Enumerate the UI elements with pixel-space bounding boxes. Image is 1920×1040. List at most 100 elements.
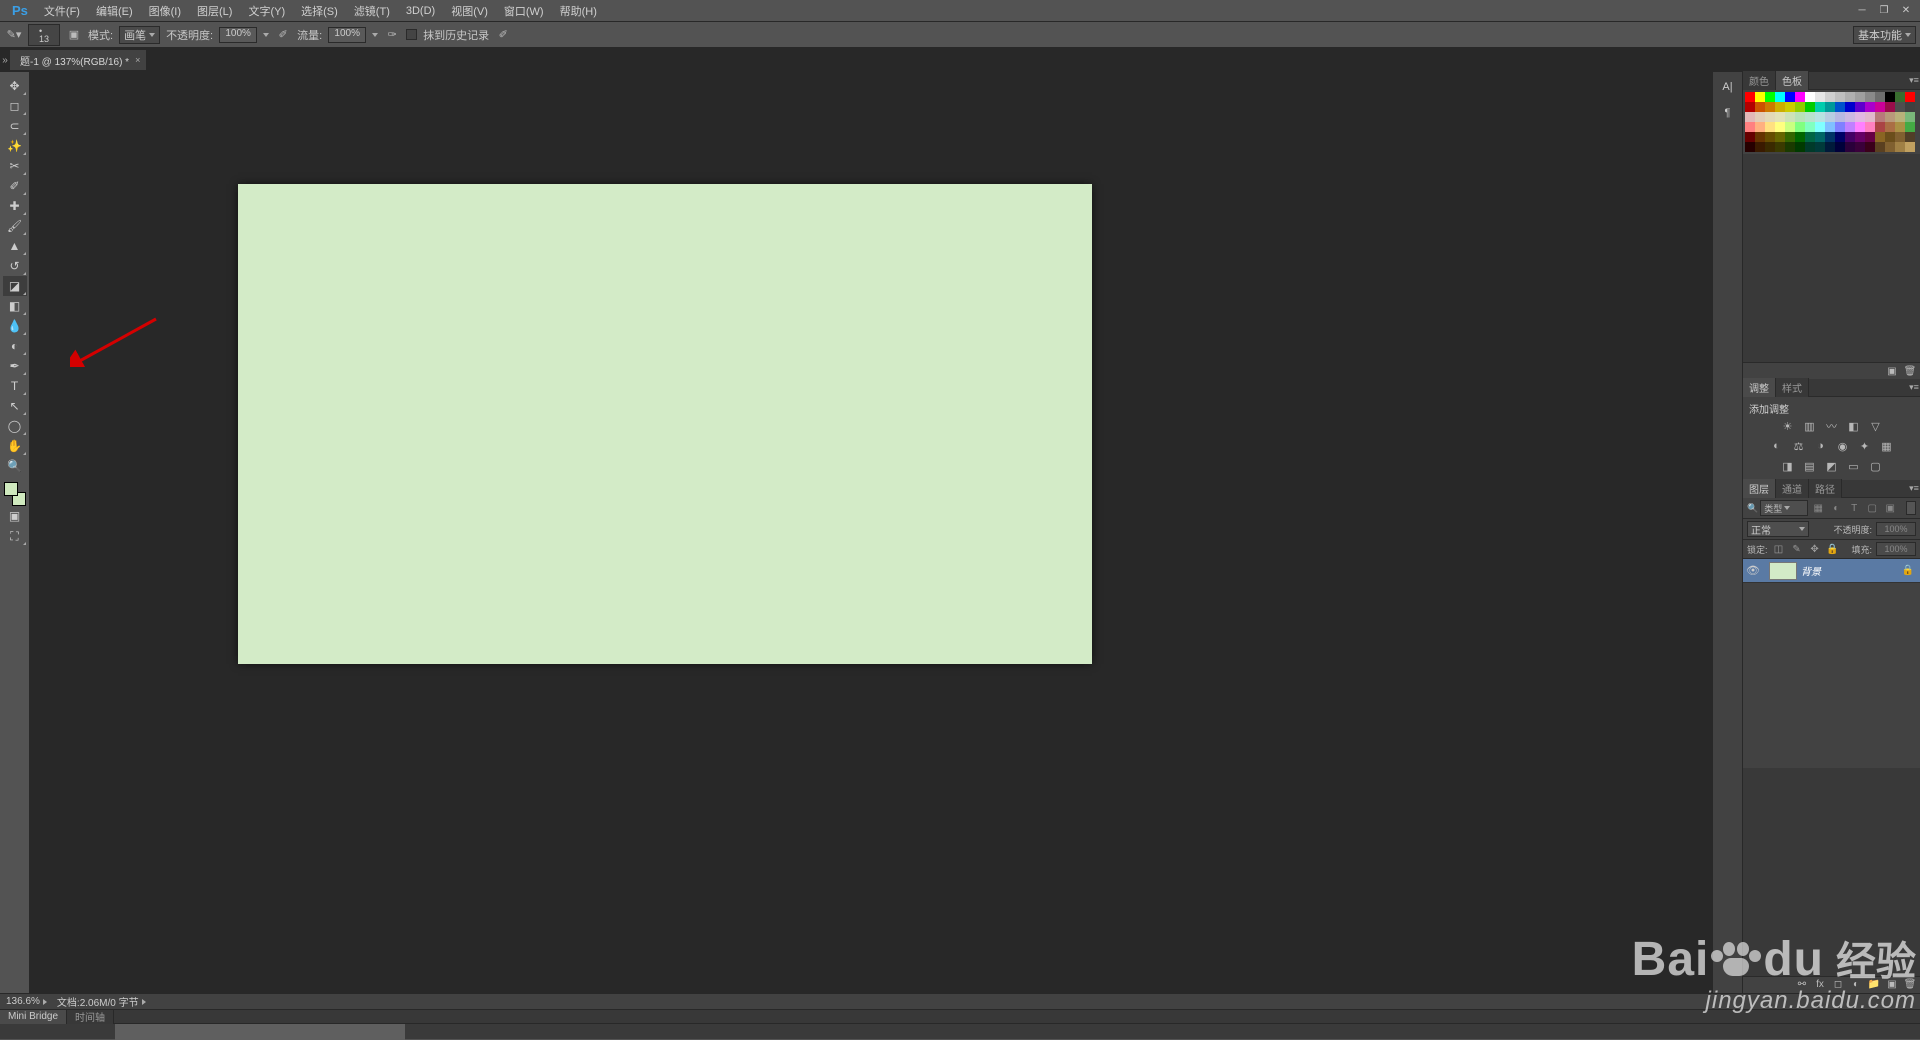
- swatch-cell[interactable]: [1785, 132, 1795, 142]
- clone-stamp-tool[interactable]: ▲: [3, 236, 27, 256]
- tab-adjustments[interactable]: 调整: [1743, 378, 1776, 397]
- layer-style-icon[interactable]: fx: [1814, 979, 1826, 991]
- layer-opacity-input[interactable]: 100%: [1876, 522, 1916, 536]
- swatch-cell[interactable]: [1905, 132, 1915, 142]
- layers-panel-menu-icon[interactable]: ▾≡: [1908, 483, 1920, 494]
- swatch-cell[interactable]: [1745, 122, 1755, 132]
- swatch-cell[interactable]: [1795, 142, 1805, 152]
- filter-pixel-icon[interactable]: ▦: [1810, 501, 1826, 515]
- selective-color-adjust-icon[interactable]: ▢: [1869, 459, 1883, 473]
- swatch-cell[interactable]: [1765, 132, 1775, 142]
- swatch-cell[interactable]: [1755, 92, 1765, 102]
- link-layers-icon[interactable]: ⚯: [1796, 979, 1808, 991]
- swatch-cell[interactable]: [1795, 92, 1805, 102]
- dodge-tool[interactable]: ◐: [3, 336, 27, 356]
- zoom-level[interactable]: 136.6%: [6, 996, 47, 1007]
- swatch-cell[interactable]: [1835, 142, 1845, 152]
- tab-expand-icon[interactable]: »: [0, 50, 10, 70]
- swatch-cell[interactable]: [1795, 102, 1805, 112]
- filter-type-icon[interactable]: T: [1846, 501, 1862, 515]
- swatch-cell[interactable]: [1875, 112, 1885, 122]
- swatch-cell[interactable]: [1745, 92, 1755, 102]
- swatch-cell[interactable]: [1835, 112, 1845, 122]
- character-panel-icon[interactable]: A|: [1717, 78, 1739, 96]
- blend-mode-select[interactable]: 正常: [1747, 521, 1809, 537]
- menu-select[interactable]: 选择(S): [293, 0, 346, 22]
- swatch-cell[interactable]: [1755, 102, 1765, 112]
- swatch-cell[interactable]: [1805, 122, 1815, 132]
- blend-mode-dropdown[interactable]: 画笔: [119, 26, 160, 44]
- hue-adjust-icon[interactable]: ◐: [1770, 439, 1784, 453]
- flow-input[interactable]: 100%: [328, 27, 366, 43]
- swatch-cell[interactable]: [1775, 112, 1785, 122]
- swatch-cell[interactable]: [1865, 142, 1875, 152]
- swatch-cell[interactable]: [1885, 92, 1895, 102]
- brush-tool[interactable]: 🖌: [3, 216, 27, 236]
- gradient-map-adjust-icon[interactable]: ▭: [1847, 459, 1861, 473]
- swatch-cell[interactable]: [1815, 112, 1825, 122]
- posterize-adjust-icon[interactable]: ▤: [1803, 459, 1817, 473]
- swatch-cell[interactable]: [1785, 92, 1795, 102]
- swatch-cell[interactable]: [1745, 112, 1755, 122]
- menu-help[interactable]: 帮助(H): [552, 0, 605, 22]
- menu-file[interactable]: 文件(F): [36, 0, 88, 22]
- move-tool[interactable]: ✥: [3, 76, 27, 96]
- menu-filter[interactable]: 滤镜(T): [346, 0, 398, 22]
- opacity-slider-toggle[interactable]: [263, 33, 269, 37]
- swatch-cell[interactable]: [1905, 142, 1915, 152]
- swatch-cell[interactable]: [1745, 102, 1755, 112]
- swatch-cell[interactable]: [1785, 102, 1795, 112]
- swatch-cell[interactable]: [1835, 132, 1845, 142]
- menu-image[interactable]: 图像(I): [141, 0, 189, 22]
- document-tab[interactable]: 题-1 @ 137%(RGB/16) * ×: [10, 50, 147, 70]
- lock-position-icon[interactable]: ✥: [1808, 542, 1822, 556]
- menu-edit[interactable]: 编辑(E): [88, 0, 141, 22]
- lock-all-icon[interactable]: 🔒: [1826, 542, 1840, 556]
- swatch-cell[interactable]: [1885, 142, 1895, 152]
- horizontal-scrollbar[interactable]: [0, 1023, 1920, 1039]
- swatch-cell[interactable]: [1785, 122, 1795, 132]
- swatch-cell[interactable]: [1755, 142, 1765, 152]
- swatch-cell[interactable]: [1855, 102, 1865, 112]
- pen-tool[interactable]: ✒: [3, 356, 27, 376]
- scrollbar-thumb[interactable]: [115, 1024, 405, 1040]
- swatch-cell[interactable]: [1865, 102, 1875, 112]
- swatch-cell[interactable]: [1755, 132, 1765, 142]
- swatch-cell[interactable]: [1905, 112, 1915, 122]
- blur-tool[interactable]: 💧: [3, 316, 27, 336]
- healing-brush-tool[interactable]: ✚: [3, 196, 27, 216]
- layer-name-label[interactable]: 背景: [1801, 563, 1821, 578]
- filter-shape-icon[interactable]: ▢: [1864, 501, 1880, 515]
- layer-filter-switch[interactable]: [1906, 501, 1916, 515]
- invert-adjust-icon[interactable]: ◨: [1781, 459, 1795, 473]
- swatch-cell[interactable]: [1885, 102, 1895, 112]
- swatch-cell[interactable]: [1905, 122, 1915, 132]
- curves-adjust-icon[interactable]: 〰: [1825, 419, 1839, 433]
- swatch-cell[interactable]: [1815, 142, 1825, 152]
- swatch-cell[interactable]: [1845, 102, 1855, 112]
- swatch-cell[interactable]: [1845, 132, 1855, 142]
- swatch-cell[interactable]: [1785, 112, 1795, 122]
- menu-type[interactable]: 文字(Y): [240, 0, 293, 22]
- eyedropper-tool[interactable]: ✐: [3, 176, 27, 196]
- color-swatches[interactable]: [4, 482, 26, 506]
- brush-preset-picker[interactable]: •13: [28, 24, 60, 46]
- brush-panel-toggle-icon[interactable]: ▣: [66, 27, 82, 43]
- swatch-cell[interactable]: [1805, 142, 1815, 152]
- swatch-cell[interactable]: [1865, 122, 1875, 132]
- swatch-cell[interactable]: [1765, 122, 1775, 132]
- swatch-cell[interactable]: [1825, 122, 1835, 132]
- swatch-cell[interactable]: [1755, 112, 1765, 122]
- swatch-cell[interactable]: [1805, 102, 1815, 112]
- workspace-switcher[interactable]: 基本功能: [1853, 26, 1916, 44]
- bw-adjust-icon[interactable]: ◑: [1814, 439, 1828, 453]
- flow-slider-toggle[interactable]: [372, 33, 378, 37]
- menu-window[interactable]: 窗口(W): [496, 0, 552, 22]
- swatch-cell[interactable]: [1885, 132, 1895, 142]
- hand-tool[interactable]: ✋: [3, 436, 27, 456]
- swatch-cell[interactable]: [1855, 142, 1865, 152]
- lasso-tool[interactable]: ⊂: [3, 116, 27, 136]
- swatch-cell[interactable]: [1885, 122, 1895, 132]
- history-brush-tool[interactable]: ↺: [3, 256, 27, 276]
- quick-mask-tool[interactable]: ▣: [3, 506, 27, 526]
